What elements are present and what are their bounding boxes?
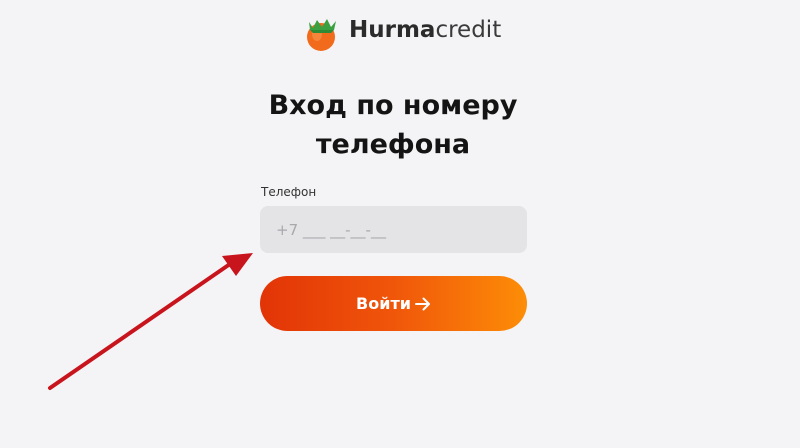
persimmon-logo-icon (307, 19, 336, 51)
login-page: Hurmacredit Вход по номеру телефона Теле… (0, 0, 800, 448)
login-button-label: Войти (356, 294, 411, 313)
brand-name: Hurmacredit (349, 16, 502, 43)
phone-input[interactable] (260, 206, 527, 253)
brand-logo[interactable]: Hurmacredit (304, 8, 501, 52)
phone-label: Телефон (261, 185, 317, 199)
arrow-right-icon (414, 297, 430, 310)
page-title: Вход по номеру телефона (268, 90, 518, 160)
brand-name-bold: Hurma (349, 16, 436, 43)
login-button[interactable]: Войти (260, 276, 527, 331)
brand-name-light: credit (435, 16, 502, 43)
